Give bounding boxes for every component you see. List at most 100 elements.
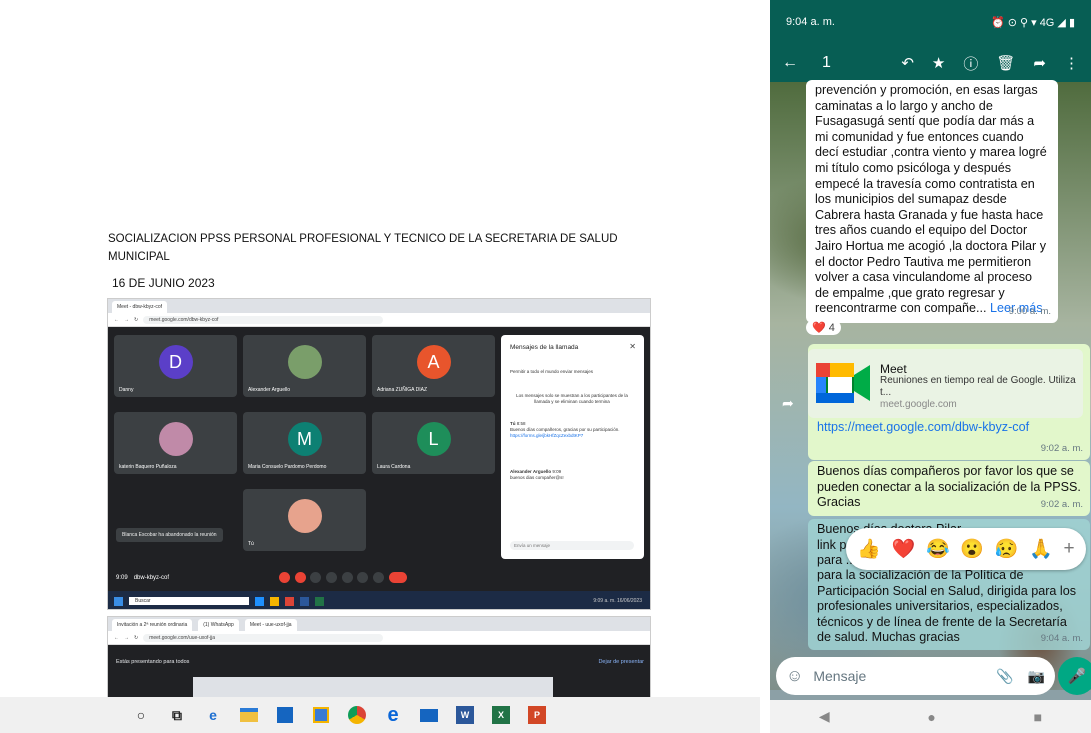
mail-icon[interactable] (418, 704, 440, 726)
thumbs-up-icon[interactable]: 👍 (857, 537, 881, 561)
cortana-icon[interactable]: ○ (130, 704, 152, 726)
windows-start-icon[interactable] (114, 596, 123, 606)
edge-icon[interactable]: e (382, 704, 404, 726)
more-options-icon[interactable]: ⋮ (1064, 54, 1079, 72)
avatar (158, 422, 193, 456)
browser-tab[interactable]: Meet - uue-uxof-jja (244, 619, 297, 631)
presenting-text: Estás presentando para todos (116, 659, 190, 665)
forward-shortcut-icon[interactable]: ➦ (782, 395, 794, 412)
reload-icon[interactable]: ↻ (134, 317, 138, 323)
participant-tile[interactable]: Alexander Arguello (243, 335, 366, 397)
avatar (287, 345, 322, 379)
message-link[interactable]: https://meet.google.com/dbw-kbyz-cof (817, 420, 1029, 436)
chat-message: Tú 8:58 Buenos días compañeros, gracias … (510, 421, 634, 439)
pray-icon[interactable]: 🙏 (1029, 537, 1053, 561)
message-bubble[interactable]: Buenos días compañeros por favor los que… (808, 461, 1090, 516)
delete-icon[interactable]: 🗑 (996, 54, 1015, 72)
participant-tile[interactable]: Tú (243, 489, 366, 551)
network-type: 4G (1039, 16, 1055, 29)
message-text: prevención y promoción, en esas largas c… (815, 83, 1047, 316)
avatar: A (416, 345, 451, 379)
chat-allow-setting[interactable]: Permitir a todo el mundo enviar mensajes (510, 369, 630, 374)
surprised-icon[interactable]: 😮 (960, 537, 984, 561)
message-bubble[interactable]: prevención y promoción, en esas largas c… (806, 80, 1058, 323)
meet-clock: 9:09 (116, 575, 128, 581)
stop-presenting-button[interactable]: Dejar de presentar (598, 659, 644, 665)
close-icon[interactable]: ✕ (629, 342, 636, 351)
mic-icon[interactable]: 🎤 (1058, 657, 1091, 695)
camera-icon[interactable]: 📷 (1028, 668, 1045, 685)
participant-tile[interactable]: M Maria Consuelo Pardomo Perdomo (243, 412, 366, 474)
heart-icon[interactable]: ❤️ (892, 537, 916, 561)
reply-icon[interactable]: ↶ (901, 54, 914, 72)
captions-icon[interactable] (310, 571, 322, 583)
explorer-icon[interactable] (270, 596, 279, 606)
chat-input[interactable]: Envía un mensaje (510, 541, 634, 550)
participant-tile[interactable]: A Adriana ZUÑIGA DIAZ (372, 335, 495, 397)
end-call-icon[interactable] (388, 571, 407, 583)
forward-icon[interactable]: ➦ (1033, 54, 1046, 72)
participant-tile[interactable]: D Danny (114, 335, 237, 397)
participant-tile[interactable]: L Laura Cardona (372, 412, 495, 474)
chat-author: Alexander Arguello (510, 469, 552, 474)
back-icon[interactable]: ← (114, 317, 119, 323)
chrome-icon[interactable] (346, 704, 368, 726)
chat-notice: Los mensajes solo se muestran a los part… (516, 393, 628, 404)
present-icon[interactable] (341, 571, 353, 583)
info-icon[interactable]: ⓘ (963, 53, 978, 74)
browser-tab[interactable]: (1) WhatsApp (198, 619, 239, 631)
star-icon[interactable]: ★ (932, 54, 945, 72)
chat-message: Alexander Arguello 9:09 buenos dias comp… (510, 469, 634, 481)
file-explorer-icon[interactable] (238, 704, 260, 726)
mic-off-icon[interactable] (279, 571, 291, 583)
heart-icon: ❤️ (812, 322, 826, 334)
browser-tab-strip: Meet - dbw-kbyz-cof (108, 299, 650, 313)
url-field[interactable]: meet.google.com/dbw-kbyz-cof (143, 315, 384, 324)
edge-icon[interactable] (255, 596, 264, 606)
back-arrow-icon[interactable]: ← (782, 54, 798, 72)
raise-hand-icon[interactable] (357, 571, 369, 583)
add-reaction-icon[interactable]: + (1064, 538, 1075, 560)
emoji-icon[interactable]: ☺ (786, 666, 803, 686)
browser-tab[interactable]: Meet - dbw-kbyz-cof (112, 301, 168, 313)
chat-title: Mensajes de la llamada (510, 344, 579, 351)
nav-home-icon[interactable]: ● (927, 709, 935, 725)
link-preview-card[interactable]: Meet Reuniones en tiempo real de Google.… (808, 349, 1083, 418)
attach-icon[interactable]: 📎 (996, 668, 1013, 685)
forward-icon[interactable]: → (124, 635, 129, 641)
participant-name: Danny (119, 387, 134, 393)
url-field[interactable]: meet.google.com/uue-uxof-jja (143, 633, 384, 642)
nav-back-icon[interactable]: ◀ (819, 708, 830, 725)
windows-taskbar: ○ ⧉ e e W X P (0, 697, 760, 733)
store-icon[interactable] (310, 704, 332, 726)
powerpoint-icon[interactable]: P (526, 704, 548, 726)
chrome-icon[interactable] (285, 596, 294, 606)
sad-icon[interactable]: 😥 (995, 537, 1019, 561)
message-input[interactable]: Mensaje (813, 668, 996, 684)
laughing-icon[interactable]: 😂 (926, 537, 950, 561)
participant-tile[interactable]: katerin Baquero Puñaloza (114, 412, 237, 474)
emoji-icon[interactable] (326, 571, 338, 583)
media-icon[interactable] (274, 704, 296, 726)
participant-name: Adriana ZUÑIGA DIAZ (377, 387, 428, 393)
nav-recents-icon[interactable]: ■ (1034, 709, 1042, 725)
camera-off-icon[interactable] (294, 571, 306, 583)
more-options-icon[interactable] (373, 571, 385, 583)
back-icon[interactable]: ← (114, 635, 119, 641)
system-clock: 9:09 a. m. 16/06/2023 (593, 598, 642, 604)
ie-icon[interactable]: e (202, 704, 224, 726)
chat-link[interactable]: https://forms.gle/jbkHfZqcZexbdtKP7 (510, 433, 583, 438)
taskbar-search[interactable]: Buscar (129, 597, 249, 605)
forward-icon[interactable]: → (124, 317, 129, 323)
meet-control-bar: 9:09 dbw-kbyz-cof (108, 567, 650, 589)
excel-icon[interactable]: X (490, 704, 512, 726)
browser-tab[interactable]: Invitación a 2ª reunión ordinaria (112, 619, 193, 631)
reload-icon[interactable]: ↻ (134, 635, 138, 641)
word-icon[interactable] (300, 596, 309, 606)
word-icon[interactable]: W (454, 704, 476, 726)
browser-address-bar: ← → ↻ meet.google.com/uue-uxof-jja (108, 631, 650, 645)
excel-icon[interactable] (315, 596, 324, 606)
message-reaction[interactable]: ❤️ 4 (806, 320, 841, 335)
task-view-icon[interactable]: ⧉ (166, 704, 188, 726)
reaction-count: 4 (828, 322, 835, 334)
